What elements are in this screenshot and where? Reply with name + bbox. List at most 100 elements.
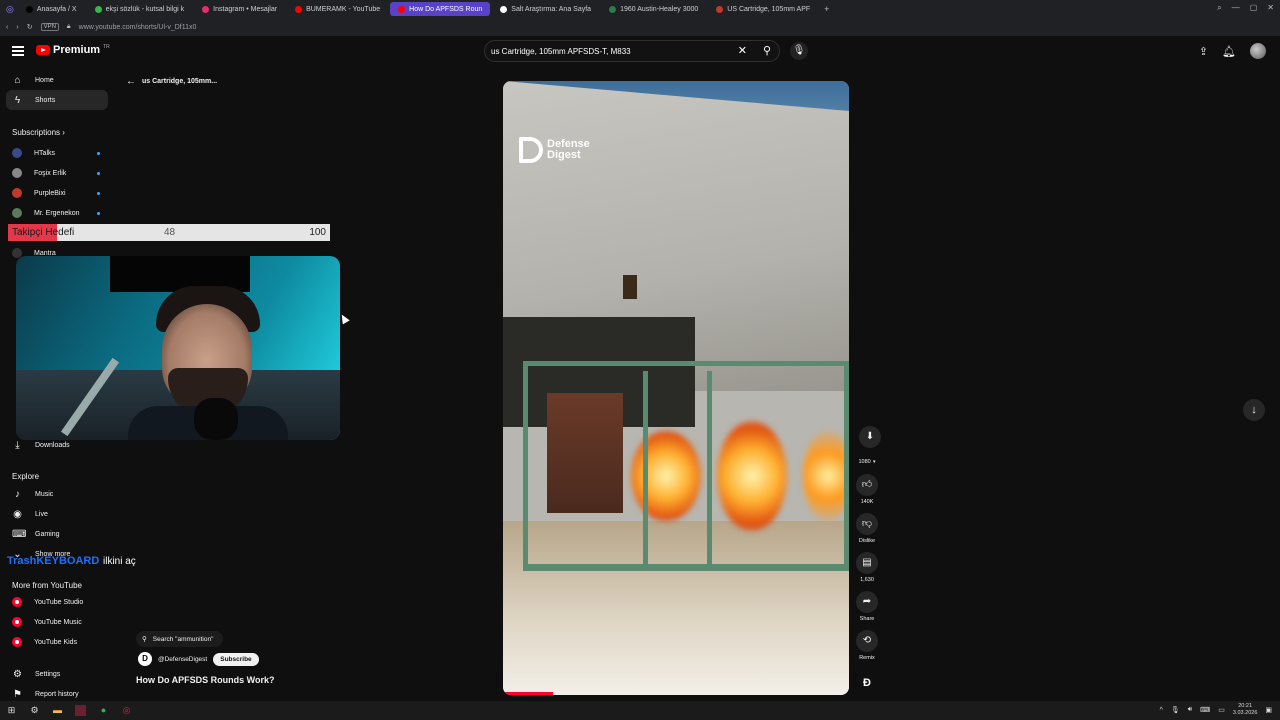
- youtube-logo[interactable]: Premium TR: [36, 44, 110, 56]
- remix-button[interactable]: ⟲ Remix: [852, 630, 882, 661]
- language-icon[interactable]: ⌨︎: [1200, 706, 1210, 714]
- search-box[interactable]: us Cartridge, 105mm APFSDS-T, M833 ✕ ⚲: [484, 40, 780, 62]
- reload-icon[interactable]: ↻: [27, 23, 33, 31]
- subscriptions-heading[interactable]: Subscriptions ›: [12, 128, 65, 137]
- subscribe-button[interactable]: Subscribe: [213, 652, 259, 666]
- volume-icon[interactable]: 🔊︎: [1188, 706, 1192, 714]
- sidebar-item-label: Home: [35, 76, 54, 84]
- sidebar-item-youtube-kids[interactable]: YouTube Kids: [6, 632, 108, 652]
- quality-selector[interactable]: 1080 ▾: [852, 456, 882, 465]
- search-icon: ⚲: [142, 636, 147, 643]
- dislike-button[interactable]: 👎︎ Dislike: [852, 513, 882, 544]
- sidebar-channel-item[interactable]: Mr. Ergenekon: [6, 203, 108, 223]
- clear-search-icon[interactable]: ✕: [738, 44, 747, 57]
- sidebar-channel-item[interactable]: Foşix Erlik: [6, 163, 108, 183]
- dislike-label: Dislike: [858, 538, 876, 544]
- comments-button[interactable]: ▤ 1,630: [852, 552, 882, 583]
- download-arrow-icon: ⬇: [859, 426, 881, 448]
- window-controls: ⌕ — ▢ ✕: [1217, 3, 1274, 13]
- sidebar-item-gaming[interactable]: ⌨︎ Gaming: [6, 524, 108, 544]
- account-avatar[interactable]: [1250, 43, 1266, 59]
- network-icon[interactable]: ▭: [1218, 706, 1225, 714]
- channel-name: HTalks: [34, 149, 56, 157]
- browser-menu-icon[interactable]: ◎: [0, 4, 18, 15]
- youtube-music-icon: [12, 617, 22, 627]
- lock-icon[interactable]: 🔒︎: [67, 23, 71, 31]
- voice-search-icon[interactable]: 🎙︎: [790, 42, 808, 60]
- url-field[interactable]: www.youtube.com/shorts/Ul-v_Df11x0: [79, 24, 197, 31]
- channel-logo-icon[interactable]: Ð: [858, 677, 876, 695]
- new-tab-icon[interactable]: +: [818, 4, 829, 14]
- back-nav-icon[interactable]: ‹: [6, 24, 8, 31]
- defense-digest-logo-icon: [519, 137, 543, 163]
- browser-tab[interactable]: US Cartridge, 105mm APF: [708, 2, 818, 16]
- caret-down-icon: ▾: [872, 459, 876, 465]
- clock[interactable]: 20:21 3.03.2026: [1233, 703, 1257, 717]
- shorts-back-link[interactable]: ← us Cartridge, 105mm...: [126, 76, 217, 87]
- file-explorer-icon[interactable]: ▬: [52, 705, 63, 716]
- next-short-button[interactable]: ↓: [1243, 399, 1265, 421]
- sidebar-item-settings[interactable]: ⚙ Settings: [6, 664, 108, 684]
- tab-favicon-icon: [500, 5, 508, 13]
- music-note-icon: ♪: [15, 488, 20, 500]
- search-suggestion-chip[interactable]: ⚲ Search "ammunition": [136, 631, 224, 647]
- close-window-icon[interactable]: ✕: [1267, 3, 1274, 13]
- sidebar-item-youtube-music[interactable]: YouTube Music: [6, 612, 108, 632]
- video-progress-bar[interactable]: [503, 692, 553, 695]
- notifications-bell-icon[interactable]: 🔔︎: [1222, 45, 1236, 58]
- os-taskbar: ⊞ ⚙ ▬ ● ◎ ^ 🎙︎ 🔊︎ ⌨︎ ▭ 20:21 3.03.2026 ▣: [0, 701, 1280, 720]
- maximize-icon[interactable]: ▢: [1250, 3, 1258, 13]
- short-video-player[interactable]: Defense Digest: [503, 81, 849, 695]
- tab-favicon-icon: [94, 5, 102, 13]
- sidebar-item-home[interactable]: ⌂ Home: [6, 70, 108, 90]
- obs-icon[interactable]: ◎: [121, 705, 132, 716]
- channel-avatar[interactable]: D: [138, 652, 152, 666]
- search-tabs-icon[interactable]: ⌕: [1217, 3, 1221, 13]
- tab-label: How Do APFSDS Roun: [409, 5, 483, 13]
- quality-label: 1080: [858, 459, 871, 465]
- goal-current: 48: [164, 227, 176, 238]
- browser-tab[interactable]: Anasayfa / X: [18, 2, 85, 16]
- notification-center-icon[interactable]: ▣: [1265, 706, 1272, 714]
- share-arrow-icon: ➦: [856, 591, 878, 613]
- channel-avatar: [12, 208, 22, 218]
- channel-row: D @DefenseDigest Subscribe: [138, 652, 259, 666]
- sidebar-item-label: Report history: [35, 690, 79, 698]
- settings-app-icon[interactable]: ⚙: [29, 705, 40, 716]
- download-action[interactable]: ⬇: [855, 426, 885, 448]
- microphone-tray-icon[interactable]: 🎙︎: [1171, 706, 1180, 714]
- gamepad-icon: ⌨︎: [12, 528, 27, 540]
- sidebar-channel-item[interactable]: PurpleBixi: [6, 183, 108, 203]
- opera-browser-icon[interactable]: [75, 705, 86, 716]
- browser-tab[interactable]: ekşi sözlük - kutsal bilgi k: [87, 2, 193, 16]
- windows-start-icon[interactable]: ⊞: [6, 705, 17, 716]
- minimize-icon[interactable]: —: [1232, 3, 1240, 13]
- browser-tab[interactable]: How Do APFSDS Roun: [390, 2, 491, 16]
- browser-tab[interactable]: Salt Araştırma: Ana Sayfa: [492, 2, 599, 16]
- spotify-icon[interactable]: ●: [98, 705, 109, 716]
- browser-tab[interactable]: BUMERAMK - YouTube: [287, 2, 388, 16]
- browser-tab[interactable]: Instagram • Mesajlar: [194, 2, 285, 16]
- tray-overflow-icon[interactable]: ^: [1160, 707, 1163, 714]
- forward-nav-icon[interactable]: ›: [16, 24, 18, 31]
- search-input[interactable]: us Cartridge, 105mm APFSDS-T, M833: [491, 47, 631, 56]
- sidebar-item-youtube-studio[interactable]: YouTube Studio: [6, 592, 108, 612]
- sidebar-item-shorts[interactable]: ϟ Shorts: [6, 90, 108, 110]
- browser-tab[interactable]: 1960 Austin-Healey 3000: [601, 2, 706, 16]
- flag-icon: ⚑: [13, 688, 22, 700]
- channel-handle[interactable]: @DefenseDigest: [158, 656, 207, 663]
- hamburger-menu-icon[interactable]: [12, 46, 24, 58]
- search-icon[interactable]: ⚲: [763, 44, 771, 57]
- sidebar-item-music[interactable]: ♪ Music: [6, 484, 108, 504]
- upload-icon[interactable]: ⇪: [1199, 45, 1208, 58]
- sidebar-channel-item[interactable]: HTalks: [6, 143, 108, 163]
- share-button[interactable]: ➦ Share: [852, 591, 882, 622]
- thumbs-down-icon: 👎︎: [856, 513, 878, 535]
- new-content-dot: [97, 211, 100, 215]
- vpn-badge[interactable]: VPN: [40, 23, 59, 31]
- sidebar-item-label: Live: [35, 510, 48, 518]
- short-title[interactable]: How Do APFSDS Rounds Work?: [136, 675, 275, 685]
- like-button[interactable]: 👍︎ 140K: [852, 474, 882, 505]
- youtube-kids-icon: [12, 637, 22, 647]
- sidebar-item-live[interactable]: ◉ Live: [6, 504, 108, 524]
